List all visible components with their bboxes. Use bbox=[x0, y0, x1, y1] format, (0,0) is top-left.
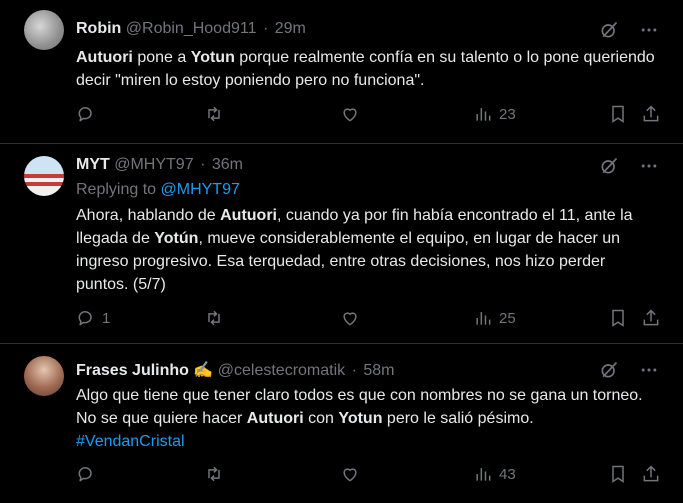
like-button[interactable] bbox=[340, 104, 366, 124]
views-icon bbox=[476, 108, 491, 121]
like-button[interactable] bbox=[340, 308, 366, 328]
share-icon bbox=[643, 309, 659, 326]
retweet-icon bbox=[208, 310, 220, 326]
tweet-header: Frases Julinho ✍️ @celestecromatik · 58m bbox=[76, 360, 395, 380]
view-count: 25 bbox=[499, 309, 516, 327]
like-button[interactable] bbox=[340, 464, 366, 484]
share-button[interactable] bbox=[641, 464, 661, 484]
bold-text: Yotún bbox=[154, 230, 199, 247]
bold-text: Autuori bbox=[246, 410, 304, 427]
reply-icon bbox=[78, 107, 92, 122]
tweet-actions: 23 bbox=[76, 104, 661, 126]
text-segment: pero le salió pésimo. bbox=[382, 410, 534, 427]
author-name[interactable]: Frases Julinho ✍️ bbox=[76, 362, 213, 379]
author-handle[interactable]: @celestecromatik bbox=[218, 362, 345, 379]
tweet-top-icons bbox=[599, 156, 659, 176]
retweet-icon bbox=[208, 466, 220, 482]
hashtag-link[interactable]: #VendanCristal bbox=[76, 433, 185, 450]
avatar[interactable] bbox=[24, 10, 64, 50]
tweet-header: Robin @Robin_Hood911 · 29m bbox=[76, 20, 306, 38]
bookmark-button[interactable] bbox=[608, 308, 628, 328]
bookmark-button[interactable] bbox=[608, 464, 628, 484]
author-name[interactable]: MYT bbox=[76, 156, 110, 173]
reply-button[interactable]: 1 bbox=[76, 308, 110, 328]
more-icon[interactable] bbox=[639, 20, 659, 40]
author-handle[interactable]: @Robin_Hood911 bbox=[126, 20, 257, 37]
like-icon bbox=[343, 108, 357, 122]
views-icon bbox=[476, 312, 491, 325]
bookmark-icon bbox=[612, 465, 624, 483]
bold-text: Yotun bbox=[190, 49, 235, 66]
view-count: 23 bbox=[499, 105, 516, 123]
tweet-top-icons bbox=[599, 20, 659, 40]
replying-handle-link[interactable]: @MHYT97 bbox=[161, 181, 240, 198]
share-button[interactable] bbox=[641, 104, 661, 124]
timestamp[interactable]: 29m bbox=[275, 20, 306, 37]
timestamp[interactable]: 58m bbox=[363, 362, 394, 379]
tweet-text: Algo que tiene que tener claro todos es … bbox=[76, 384, 656, 453]
bold-text: Autuori bbox=[220, 207, 277, 224]
tweet[interactable]: Robin @Robin_Hood911 · 29m Autuori pone … bbox=[0, 0, 683, 144]
reply-icon bbox=[78, 311, 92, 326]
share-icon bbox=[643, 105, 659, 122]
bold-text: Yotun bbox=[338, 410, 383, 427]
like-icon bbox=[343, 312, 357, 326]
grok-icon[interactable] bbox=[599, 360, 619, 380]
text-segment: pone a bbox=[132, 49, 191, 66]
views-button[interactable]: 25 bbox=[473, 308, 516, 328]
share-icon bbox=[643, 465, 659, 482]
separator: · bbox=[200, 156, 206, 173]
avatar[interactable] bbox=[24, 356, 64, 396]
tweet-text: Autuori pone a Yotun porque realmente co… bbox=[76, 46, 656, 92]
grok-icon[interactable] bbox=[599, 156, 619, 176]
bookmark-button[interactable] bbox=[608, 104, 628, 124]
replying-to: Replying to @MHYT97 bbox=[76, 181, 240, 199]
replying-label: Replying to bbox=[76, 181, 157, 198]
reply-icon bbox=[78, 467, 92, 482]
more-icon[interactable] bbox=[639, 156, 659, 176]
text-segment: Ahora, hablando de bbox=[76, 207, 221, 224]
tweet-actions: 1 25 bbox=[76, 308, 661, 330]
views-button[interactable]: 23 bbox=[473, 104, 516, 124]
retweet-button[interactable] bbox=[204, 104, 230, 124]
bookmark-icon bbox=[612, 105, 624, 123]
views-button[interactable]: 43 bbox=[473, 464, 516, 484]
grok-icon[interactable] bbox=[599, 20, 619, 40]
tweet-actions: 43 bbox=[76, 464, 661, 486]
tweet-text: Ahora, hablando de Autuori, cuando ya po… bbox=[76, 204, 656, 296]
like-icon bbox=[343, 468, 357, 482]
bookmark-icon bbox=[612, 309, 624, 327]
author-name[interactable]: Robin bbox=[76, 20, 121, 37]
reply-button[interactable] bbox=[76, 104, 102, 124]
tweet[interactable]: Frases Julinho ✍️ @celestecromatik · 58m… bbox=[0, 344, 683, 503]
tweet-header: MYT @MHYT97 · 36m bbox=[76, 156, 243, 174]
separator: · bbox=[262, 20, 269, 37]
more-icon[interactable] bbox=[639, 360, 659, 380]
reply-button[interactable] bbox=[76, 464, 102, 484]
timestamp[interactable]: 36m bbox=[212, 156, 243, 173]
author-handle[interactable]: @MHYT97 bbox=[114, 156, 193, 173]
share-button[interactable] bbox=[641, 308, 661, 328]
view-count: 43 bbox=[499, 465, 516, 483]
avatar[interactable] bbox=[24, 156, 64, 196]
views-icon bbox=[476, 468, 491, 481]
text-segment: con bbox=[303, 410, 339, 427]
separator: · bbox=[351, 362, 357, 379]
retweet-button[interactable] bbox=[204, 464, 230, 484]
retweet-button[interactable] bbox=[204, 308, 230, 328]
bold-text: Autuori bbox=[76, 49, 133, 66]
tweet-top-icons bbox=[599, 360, 659, 380]
retweet-icon bbox=[208, 106, 220, 122]
tweet[interactable]: MYT @MHYT97 · 36m Replying to @MHYT97 Ah… bbox=[0, 144, 683, 344]
reply-count: 1 bbox=[102, 309, 111, 327]
